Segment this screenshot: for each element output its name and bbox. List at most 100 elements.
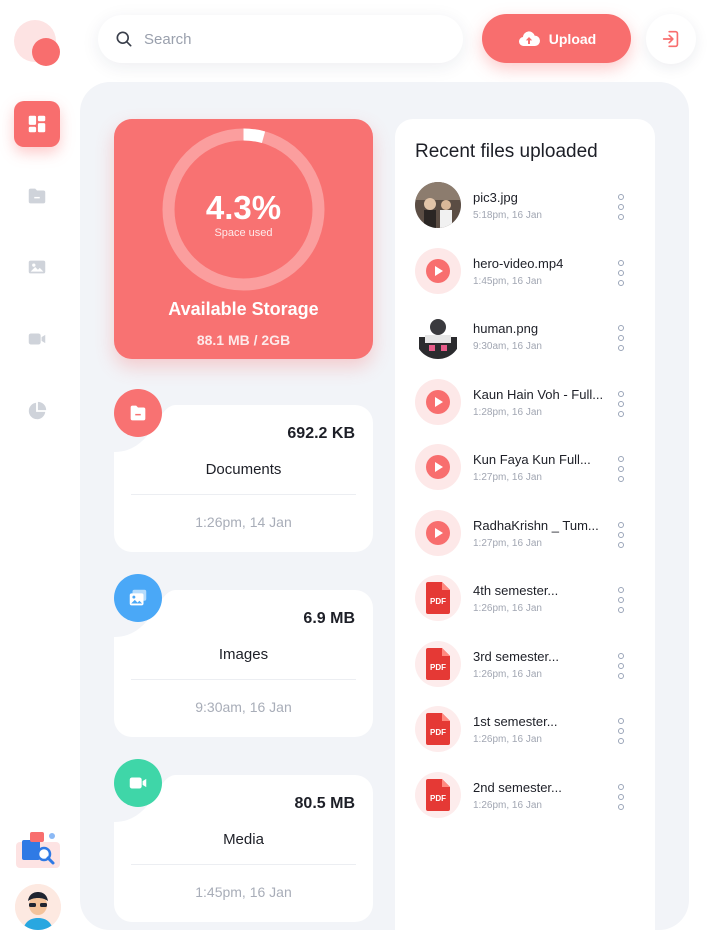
more-options-icon[interactable] [615, 522, 627, 548]
category-card-images[interactable]: 6.9 MB Images 9:30am, 16 Jan [114, 574, 373, 737]
file-date: 5:18pm, 16 Jan [473, 210, 542, 221]
file-row[interactable]: human.png 9:30am, 16 Jan [415, 313, 640, 361]
pdf-thumbnail: PDF [415, 772, 461, 818]
file-name: Kun Faya Kun Full... [473, 452, 591, 467]
video-thumbnail [415, 248, 461, 294]
file-date: 1:26pm, 16 Jan [473, 603, 542, 614]
promo-illustration[interactable] [14, 828, 62, 870]
storage-usage: 88.1 MB / 2GB [196, 332, 291, 348]
play-icon [426, 259, 450, 283]
file-date: 1:26pm, 16 Jan [473, 800, 542, 811]
file-row[interactable]: Kaun Hain Voh - Full... 1:28pm, 16 Jan [415, 379, 640, 427]
category-card-media[interactable]: 80.5 MB Media 1:45pm, 16 Jan [114, 759, 373, 922]
recent-files-panel: Recent files uploaded pic3.jpg 5:18pm, 1… [395, 119, 655, 930]
nav-images[interactable] [14, 244, 60, 290]
photo-thumbnail-icon [415, 313, 461, 359]
category-time: 1:45pm, 16 Jan [195, 884, 292, 900]
file-row[interactable]: pic3.jpg 5:18pm, 16 Jan [415, 182, 640, 230]
file-name: RadhaKrishn _ Tum... [473, 518, 599, 533]
more-options-icon[interactable] [615, 194, 627, 220]
category-time: 9:30am, 16 Jan [195, 699, 292, 715]
file-date: 1:27pm, 16 Jan [473, 538, 542, 549]
file-search-icon [16, 832, 60, 868]
file-date: 1:45pm, 16 Jan [473, 276, 542, 287]
play-icon [426, 390, 450, 414]
file-date: 1:26pm, 16 Jan [473, 669, 542, 680]
logout-icon [662, 30, 679, 48]
file-date: 9:30am, 16 Jan [473, 341, 542, 352]
play-icon [426, 455, 450, 479]
more-options-icon[interactable] [615, 391, 627, 417]
divider [131, 494, 356, 495]
category-size: 80.5 MB [294, 795, 355, 812]
category-card-documents[interactable]: 692.2 KB Documents 1:26pm, 14 Jan [114, 389, 373, 552]
video-camera-icon [28, 333, 46, 345]
storage-card: 4.3% Space used Available Storage 88.1 M… [114, 119, 373, 359]
search-input[interactable] [144, 30, 444, 48]
pdf-thumbnail: PDF [415, 575, 461, 621]
more-options-icon[interactable] [615, 784, 627, 810]
file-name: 4th semester... [473, 583, 559, 598]
category-badge [114, 574, 162, 622]
nav-media[interactable] [14, 316, 60, 362]
nav-dashboard[interactable] [14, 101, 60, 147]
upload-button[interactable]: Upload [482, 14, 631, 63]
logout-button[interactable] [646, 14, 696, 64]
more-options-icon[interactable] [615, 260, 627, 286]
pdf-thumbnail: PDF [415, 641, 461, 687]
video-thumbnail [415, 444, 461, 490]
document-icon [130, 405, 146, 421]
file-row[interactable]: PDF 2nd semester... 1:26pm, 16 Jan [415, 772, 640, 820]
image-icon [28, 260, 46, 274]
more-options-icon[interactable] [615, 587, 627, 613]
pdf-file-icon: PDF [426, 713, 450, 745]
file-date: 1:26pm, 16 Jan [473, 734, 542, 745]
category-name: Images [218, 646, 269, 663]
divider [131, 864, 356, 865]
file-name: 2nd semester... [473, 780, 562, 795]
pdf-label: PDF [430, 794, 446, 803]
dashboard-icon [28, 115, 46, 133]
pie-chart-icon [28, 401, 47, 420]
folder-document-icon [28, 188, 46, 204]
more-options-icon[interactable] [615, 653, 627, 679]
file-row[interactable]: PDF 3rd semester... 1:26pm, 16 Jan [415, 641, 640, 689]
more-options-icon[interactable] [615, 325, 627, 351]
category-name: Media [223, 831, 264, 848]
divider [131, 679, 356, 680]
more-options-icon[interactable] [615, 718, 627, 744]
file-row[interactable]: PDF 1st semester... 1:26pm, 16 Jan [415, 706, 640, 754]
video-thumbnail [415, 379, 461, 425]
nav-analytics[interactable] [14, 388, 60, 434]
user-avatar[interactable] [15, 884, 61, 930]
video-thumbnail [415, 510, 461, 556]
pdf-file-icon: PDF [426, 779, 450, 811]
cloud-upload-icon [518, 30, 540, 46]
photo-thumbnail-icon [415, 182, 461, 228]
category-name: Documents [205, 461, 282, 478]
file-row[interactable]: RadhaKrishn _ Tum... 1:27pm, 16 Jan [415, 510, 640, 558]
file-name: human.png [473, 321, 539, 336]
storage-percent: 4.3% [205, 189, 282, 226]
nav-documents[interactable] [14, 173, 60, 219]
file-name: pic3.jpg [473, 190, 518, 205]
file-date: 1:28pm, 16 Jan [473, 407, 542, 418]
file-name: 1st semester... [473, 714, 558, 729]
file-date: 1:27pm, 16 Jan [473, 472, 542, 483]
file-row[interactable]: hero-video.mp4 1:45pm, 16 Jan [415, 248, 640, 296]
category-badge [114, 389, 162, 437]
avatar-icon [15, 884, 61, 930]
file-name: 3rd semester... [473, 649, 559, 664]
pdf-file-icon: PDF [426, 648, 450, 680]
more-options-icon[interactable] [615, 456, 627, 482]
video-icon [129, 777, 147, 789]
category-badge [114, 759, 162, 807]
search-bar[interactable] [98, 15, 463, 63]
search-icon [116, 31, 132, 47]
file-row[interactable]: PDF 4th semester... 1:26pm, 16 Jan [415, 575, 640, 623]
file-row[interactable]: Kun Faya Kun Full... 1:27pm, 16 Jan [415, 444, 640, 492]
photo-thumbnail [415, 182, 461, 228]
pdf-label: PDF [430, 728, 446, 737]
storage-percent-caption: Space used [214, 227, 273, 239]
recent-files-title: Recent files uploaded [415, 141, 598, 162]
